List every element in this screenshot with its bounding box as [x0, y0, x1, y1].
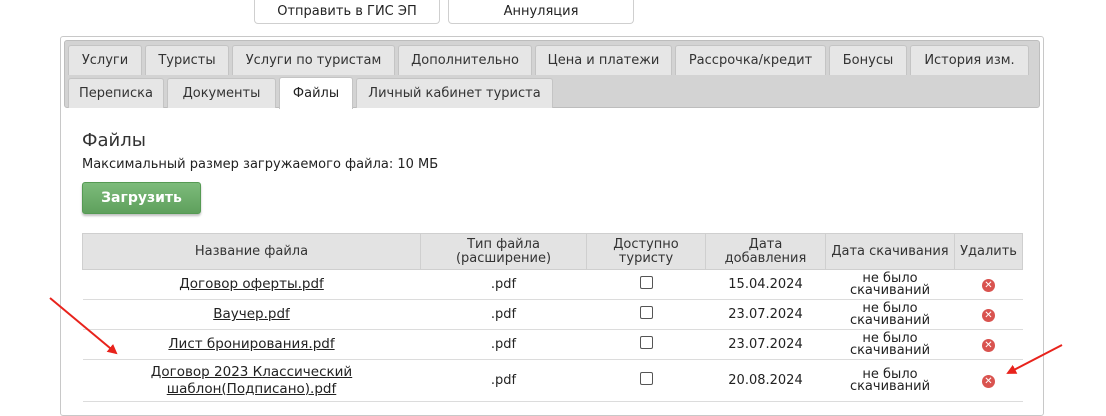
annotation-arrows — [49, 297, 1063, 374]
arrow-to-delete-icon — [1006, 344, 1063, 374]
arrow-to-file-name — [49, 297, 118, 355]
